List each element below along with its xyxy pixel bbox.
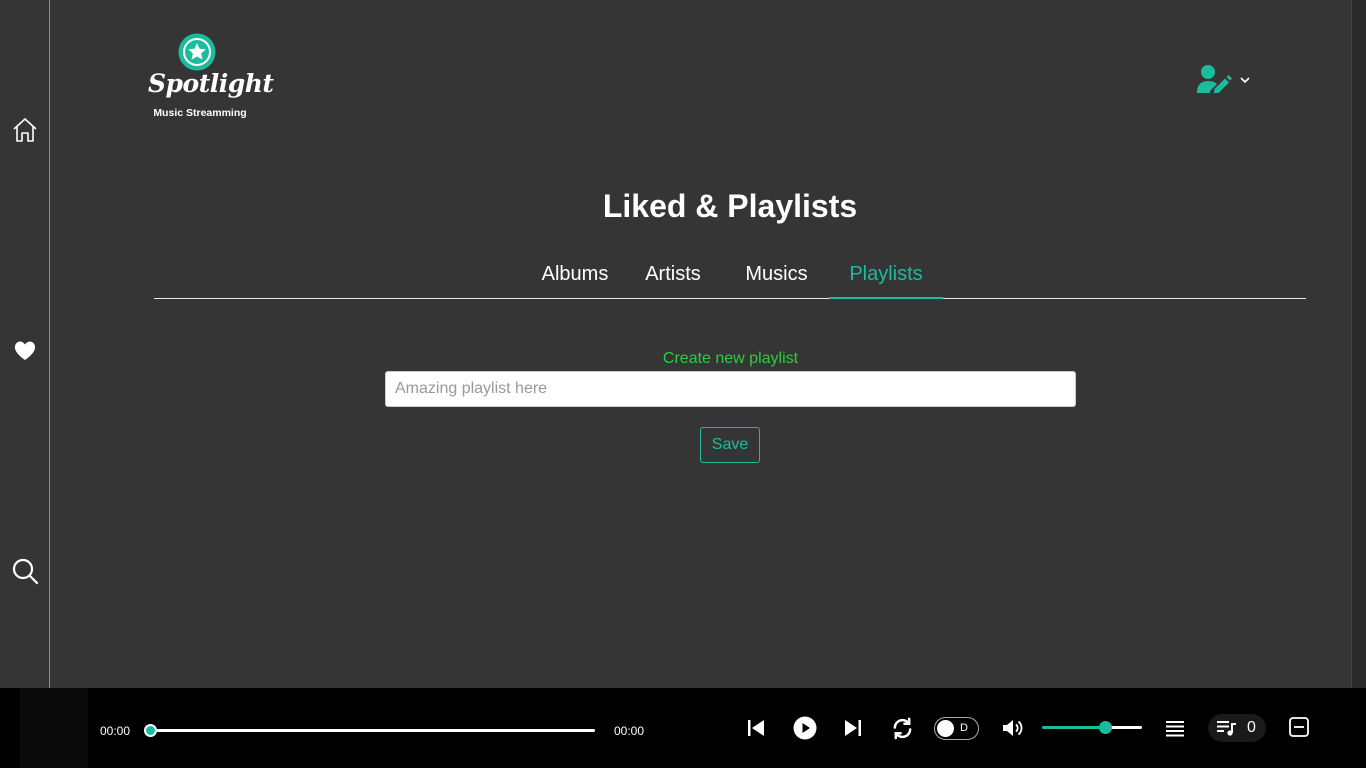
playlist-name-input[interactable] [385, 371, 1076, 407]
previous-icon[interactable] [746, 718, 766, 738]
toggle-knob [937, 720, 954, 737]
scrollbar[interactable] [1351, 0, 1366, 688]
queue-count: 0 [1247, 719, 1256, 736]
app-root: Spotlight Music Streamming Liked & Playl… [0, 0, 1366, 768]
chevron-down-icon [1240, 77, 1250, 84]
search-icon[interactable] [11, 557, 39, 585]
volume-icon[interactable] [1002, 717, 1024, 739]
logo[interactable]: Spotlight Music Streamming [148, 32, 274, 122]
tab-playlists[interactable]: Playlists [829, 252, 943, 299]
tab-artists[interactable]: Artists [637, 252, 709, 299]
total-time: 00:00 [614, 724, 645, 738]
tab-bar: Albums Artists Musics Playlists [154, 252, 1306, 299]
sidebar [0, 0, 50, 688]
next-icon[interactable] [843, 718, 863, 738]
user-menu[interactable] [1196, 64, 1256, 96]
volume-thumb[interactable] [1099, 721, 1112, 734]
queue-music-icon [1217, 721, 1236, 736]
mode-toggle[interactable]: D [934, 717, 979, 740]
page-title: Liked & Playlists [602, 188, 858, 224]
tab-albums[interactable]: Albums [529, 252, 621, 299]
progress-bar[interactable] [144, 724, 595, 737]
current-time: 00:00 [100, 724, 131, 738]
home-icon[interactable] [11, 116, 39, 144]
create-playlist-label: Create new playlist [662, 350, 799, 367]
logo-star-badge [178, 33, 216, 71]
user-edit-icon [1197, 65, 1232, 93]
volume-slider[interactable] [1042, 721, 1142, 734]
player-bar: 00:00 00:00 D 0 [0, 688, 1366, 768]
list-icon[interactable] [1166, 719, 1184, 737]
tab-musics[interactable]: Musics [734, 252, 819, 299]
progress-thumb[interactable] [144, 724, 157, 737]
logo-title: Spotlight [148, 69, 274, 98]
album-cover [20, 688, 88, 768]
toggle-label: D [960, 722, 968, 734]
play-icon[interactable] [793, 716, 817, 740]
save-button[interactable]: Save [700, 427, 760, 463]
repeat-icon[interactable] [891, 717, 914, 740]
heart-icon[interactable] [11, 336, 39, 364]
queue-button[interactable]: 0 [1208, 714, 1266, 742]
logo-tagline: Music Streamming [153, 107, 247, 119]
minimize-player-icon[interactable] [1289, 717, 1309, 737]
